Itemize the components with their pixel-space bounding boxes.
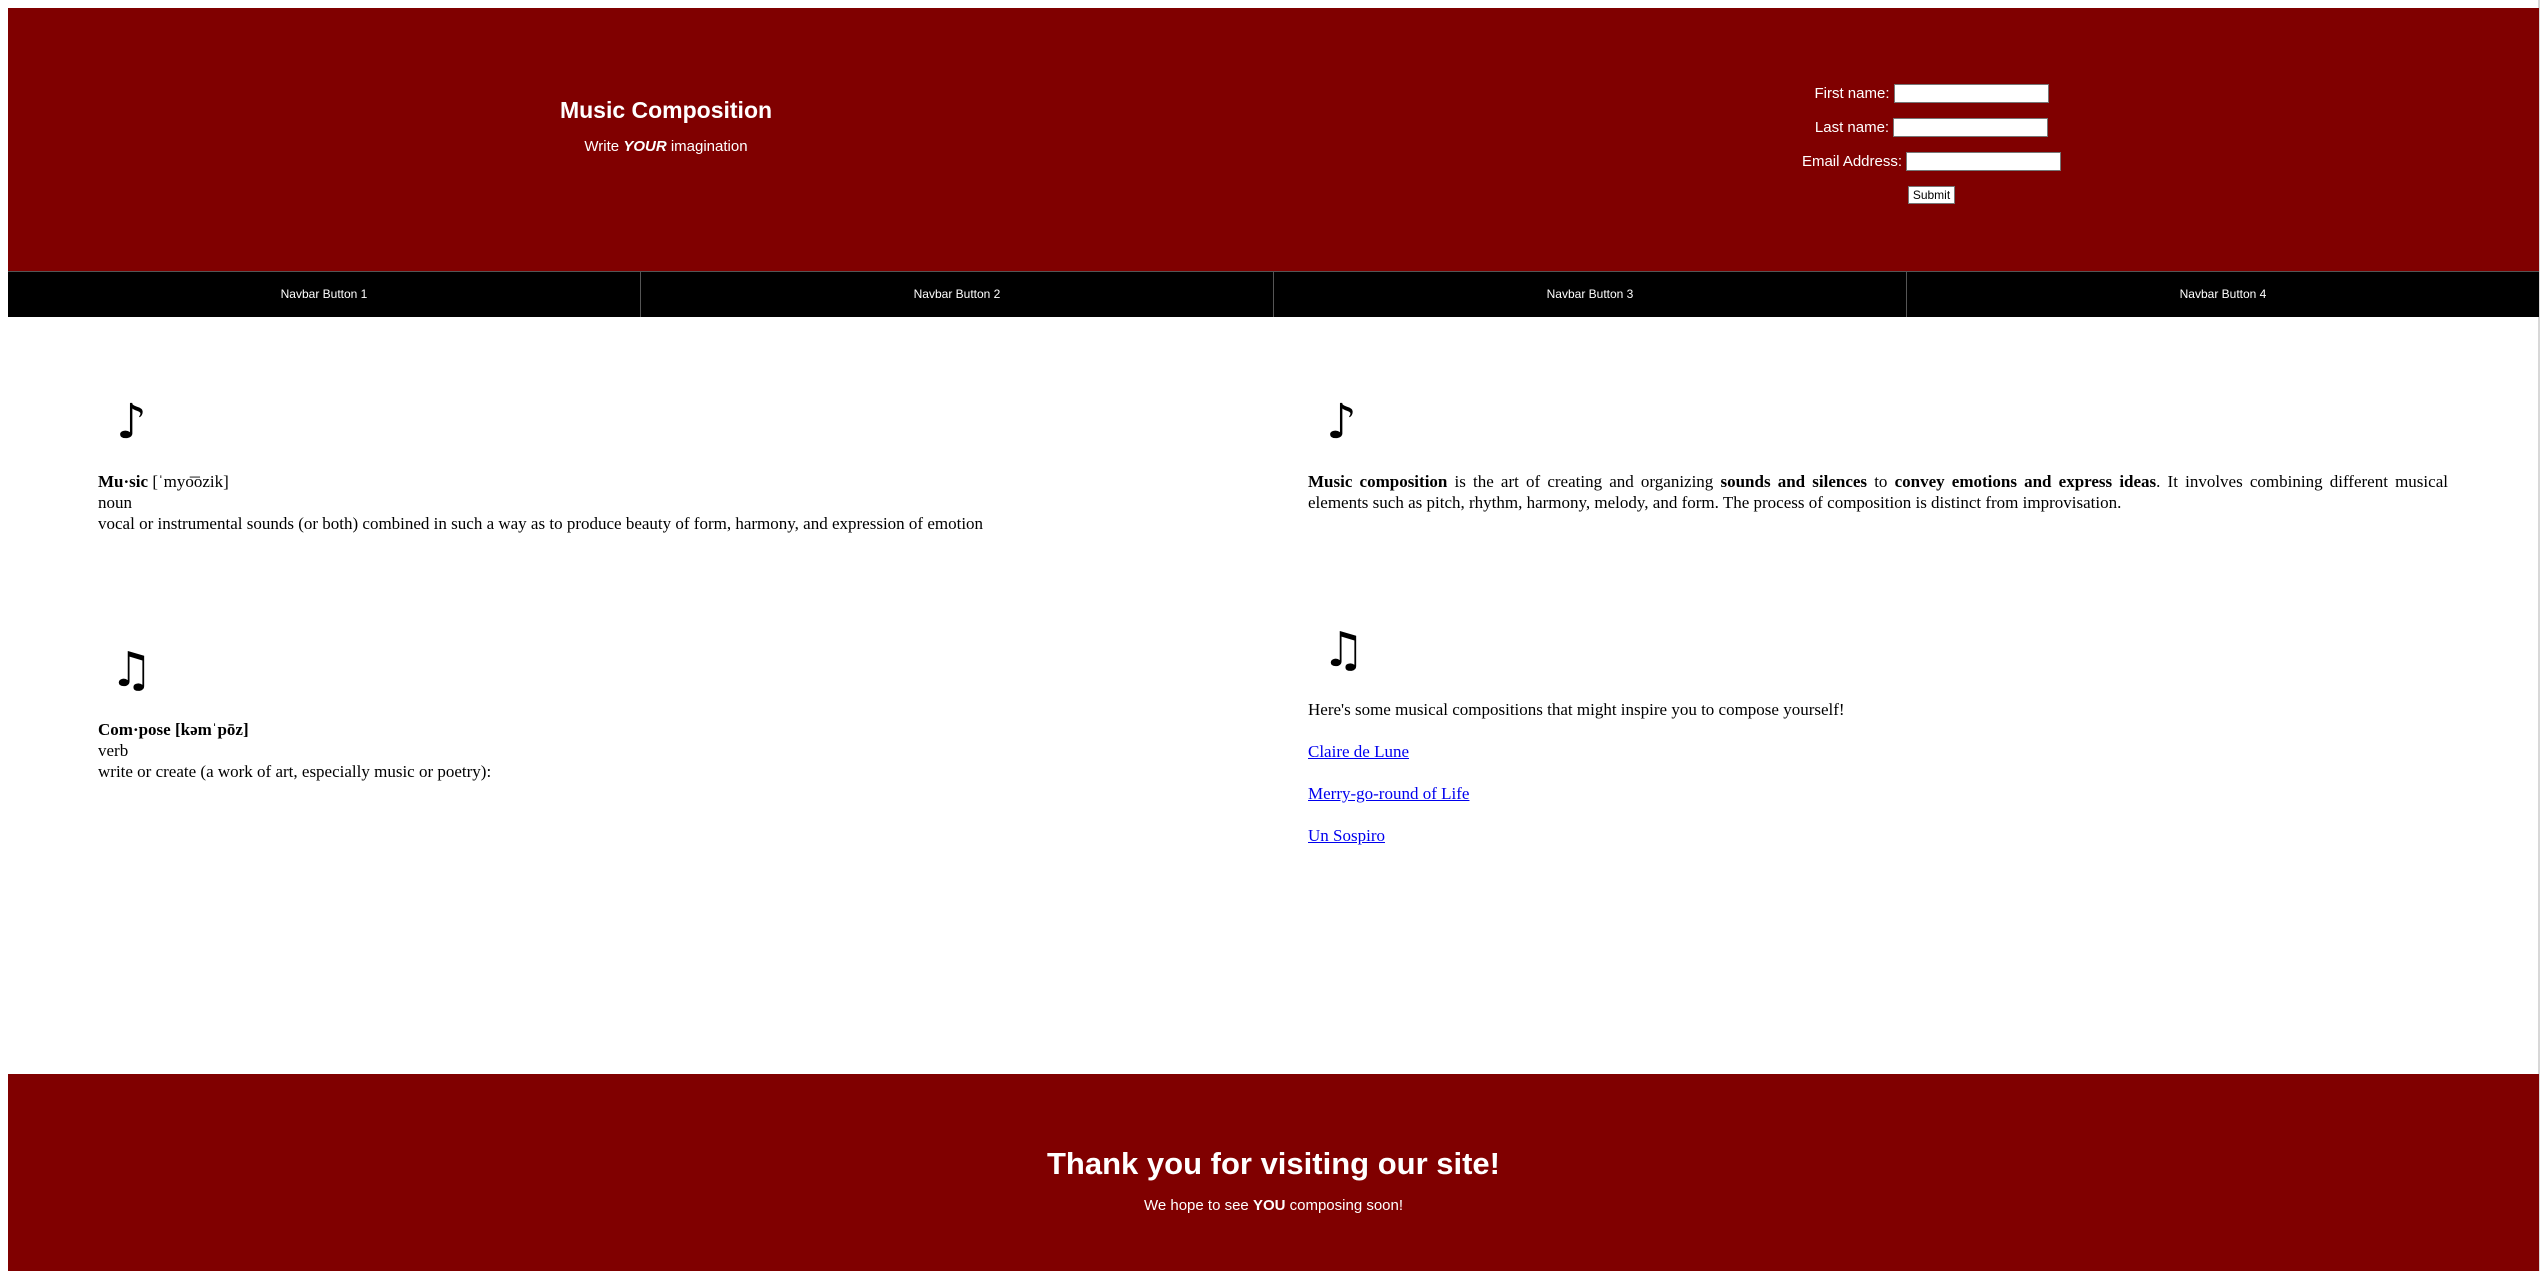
vertical-scrollbar[interactable] (2538, 0, 2548, 1271)
link-claire-de-lune[interactable]: Claire de Lune (1308, 741, 2448, 762)
brand: Music Composition Write YOUR imagination (8, 96, 1324, 155)
composition-info: ♪ Music composition is the art of creati… (1308, 392, 2448, 513)
music-part-of-speech: noun (98, 493, 132, 512)
music-pronunciation: [ˈmyo͞ozik] (148, 472, 229, 491)
email-input[interactable] (1906, 151, 2062, 171)
beamed-notes-icon: ♫ (110, 642, 154, 698)
submit-button[interactable]: Submit (1907, 186, 1956, 204)
email-label: Email Address: (1801, 152, 1903, 170)
compose-word: Com·pose [kəmˈpōz] (98, 720, 249, 739)
submit-row: Submit (1324, 178, 2539, 212)
music-definition-text: Mu·sic [ˈmyo͞ozik] noun vocal or instrum… (98, 471, 1228, 534)
first-name-label: First name: (1814, 84, 1890, 102)
navbar-button-3[interactable]: Navbar Button 3 (1274, 272, 1907, 317)
first-name-row: First name: (1324, 76, 2539, 110)
tagline-emphasis: YOUR (623, 138, 667, 155)
signup-form: First name: Last name: Email Address: Su… (1324, 76, 2539, 212)
footer-emphasis: YOU (1252, 1197, 1286, 1214)
navbar-button-2[interactable]: Navbar Button 2 (641, 272, 1274, 317)
inspiration-links: Claire de Lune Merry-go-round of Life Un… (1308, 741, 2448, 846)
beamed-notes-icon: ♫ (1322, 622, 1366, 678)
compose-meaning: write or create (a work of art, especial… (98, 762, 492, 781)
navbar-button-1[interactable]: Navbar Button 1 (8, 272, 641, 317)
site-title: Music Composition (559, 97, 773, 123)
inspiration: ♫ Here's some musical compositions that … (1308, 620, 2448, 846)
navbar-button-4[interactable]: Navbar Button 4 (1907, 272, 2539, 317)
footer-text: We hope to see YOU composing soon! (1143, 1197, 1404, 1214)
link-un-sospiro[interactable]: Un Sospiro (1308, 825, 2448, 846)
link-merry-go-round-of-life[interactable]: Merry-go-round of Life (1308, 783, 2448, 804)
page-left-edge (0, 0, 8, 1271)
footer-heading: Thank you for visiting our site! (1047, 1146, 1500, 1181)
compose-definition: ♫ Com·pose [kəmˈpōz] verb write or creat… (98, 640, 1228, 782)
first-name-input[interactable] (1893, 83, 2049, 103)
music-word: Mu·sic (98, 472, 149, 491)
page-top-edge (0, 0, 2548, 8)
composition-paragraph: Music composition is the art of creating… (1308, 472, 2448, 512)
navbar: Navbar Button 1 Navbar Button 2 Navbar B… (8, 271, 2539, 317)
compose-definition-text: Com·pose [kəmˈpōz] verb write or create … (98, 719, 1228, 782)
eighth-note-icon: ♪ (1326, 394, 1357, 450)
site-tagline: Write YOUR imagination (584, 138, 748, 155)
inspiration-intro: Here's some musical compositions that mi… (1308, 700, 1845, 719)
last-name-row: Last name: (1324, 110, 2539, 144)
email-row: Email Address: (1324, 144, 2539, 178)
music-meaning: vocal or instrumental sounds (or both) c… (98, 514, 984, 533)
music-definition: ♪ Mu·sic [ˈmyo͞ozik] noun vocal or instr… (98, 392, 1228, 534)
site-footer: Thank you for visiting our site! We hope… (8, 1074, 2539, 1271)
last-name-label: Last name: (1814, 118, 1890, 136)
eighth-note-icon: ♪ (116, 394, 147, 450)
last-name-input[interactable] (1893, 117, 2049, 137)
compose-part-of-speech: verb (98, 741, 129, 760)
site-header: Music Composition Write YOUR imagination… (8, 8, 2539, 271)
